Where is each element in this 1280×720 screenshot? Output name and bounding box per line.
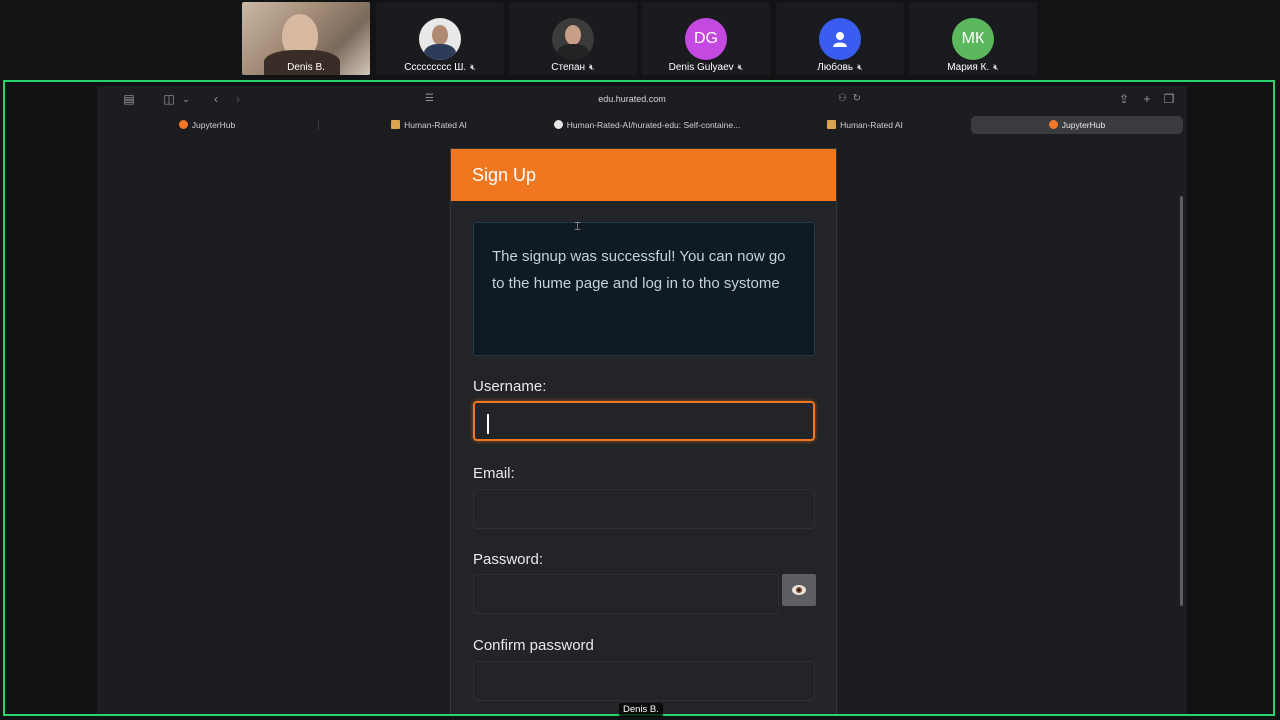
participant-tile[interactable]: Denis B. — [242, 2, 370, 75]
confirm-password-input[interactable] — [473, 661, 815, 701]
address-bar[interactable]: ☰ edu.hurated.com ⚇ ↻ — [397, 89, 867, 109]
tab-overview-icon[interactable]: ▤ — [121, 91, 137, 107]
signup-title: Sign Up — [451, 149, 836, 201]
mic-muted-icon: 🔇︎ — [993, 62, 999, 72]
page-scrollbar[interactable] — [1180, 196, 1183, 606]
jupyter-icon — [178, 120, 188, 129]
address-url: edu.hurated.com — [598, 94, 666, 104]
browser-window: ▤ ◫ ⌄ ‹ › ☰ edu.hurated.com ⚇ ↻ ⇪ + ❐ Ju… — [97, 86, 1187, 714]
site-icon — [827, 120, 837, 129]
participant-avatar — [419, 18, 461, 60]
share-icon[interactable]: ⇪ — [1117, 91, 1131, 107]
participant-tile[interactable]: Степан 🔇︎ — [509, 2, 637, 75]
presenter-name-tag: Denis B. — [619, 703, 663, 717]
participant-strip: Denis B. Ссссссссс Ш. 🔇︎ Степан 🔇︎ DG Deni… — [0, 0, 1280, 78]
participant-name: Степан — [551, 62, 586, 73]
back-icon[interactable]: ‹ — [209, 91, 223, 107]
mic-muted-icon: 🔇︎ — [589, 62, 595, 72]
tab-human-rated-ai-2[interactable]: Human-Rated AI — [759, 116, 971, 134]
participant-name: Любовь — [817, 62, 854, 73]
github-icon — [553, 120, 563, 129]
password-label: Password: — [473, 551, 544, 568]
page-icon: ☰ — [425, 93, 434, 104]
new-tab-icon[interactable]: + — [1140, 91, 1154, 107]
participant-tile[interactable]: DG Denis Gulyaev 🔇︎ — [642, 2, 770, 75]
tabs-icon[interactable]: ❐ — [1162, 91, 1176, 107]
username-label: Username: — [473, 378, 547, 395]
user-icon — [819, 18, 861, 60]
participant-tile[interactable]: МК Мария К. 🔇︎ — [909, 2, 1037, 75]
participant-name: Ссссссссс Ш. — [404, 62, 467, 73]
input-caret — [487, 414, 489, 434]
participant-name: Denis Gulyaev — [668, 62, 734, 73]
email-label: Email: — [473, 465, 515, 482]
participant-avatar — [552, 18, 594, 60]
browser-toolbar: ▤ ◫ ⌄ ‹ › ☰ edu.hurated.com ⚇ ↻ ⇪ + ❐ — [97, 86, 1187, 112]
participant-name: Мария К. — [947, 62, 990, 73]
participant-tile[interactable]: Любовь 🔇︎ — [776, 2, 904, 75]
shared-screen: ▤ ◫ ⌄ ‹ › ☰ edu.hurated.com ⚇ ↻ ⇪ + ❐ Ju… — [3, 80, 1275, 716]
mic-muted-icon: 🔇︎ — [857, 62, 863, 72]
participant-initials-avatar: DG — [685, 18, 727, 60]
confirm-password-label: Confirm password — [473, 637, 594, 654]
password-input[interactable] — [473, 574, 779, 614]
signup-card: Sign Up The signup was successful! You c… — [450, 148, 837, 714]
mic-muted-icon: 🔇︎ — [737, 62, 744, 72]
participant-tile[interactable]: Ссссссссс Ш. 🔇︎ — [376, 2, 504, 75]
tab-bar: JupyterHub Human-Rated AI Human-Rated-AI… — [101, 116, 1183, 134]
translate-icon[interactable]: ⚇ — [838, 89, 847, 109]
sidebar-toggle-icon[interactable]: ◫ — [161, 91, 177, 107]
signup-success-alert: The signup was successful! You can now g… — [473, 222, 815, 356]
site-icon — [391, 120, 401, 129]
participant-name: Denis B. — [287, 62, 325, 73]
tab-jupyterhub[interactable]: JupyterHub — [101, 116, 313, 134]
show-password-button[interactable] — [782, 574, 816, 606]
jupyter-icon — [1048, 120, 1058, 129]
chevron-down-icon[interactable]: ⌄ — [181, 91, 191, 107]
eye-icon — [792, 585, 806, 595]
forward-icon[interactable]: › — [231, 91, 245, 107]
tab-github-repo[interactable]: Human-Rated-AI/hurated-edu: Self-contain… — [539, 116, 755, 134]
participant-initials-avatar: МК — [952, 18, 994, 60]
text-cursor-icon: ⌶ — [574, 219, 582, 233]
email-input[interactable] — [473, 489, 815, 529]
tab-jupyterhub-active[interactable]: JupyterHub — [971, 116, 1183, 134]
reload-icon[interactable]: ↻ — [853, 89, 861, 109]
mic-muted-icon: 🔇︎ — [470, 62, 476, 72]
tab-human-rated-ai[interactable]: Human-Rated AI — [323, 116, 535, 134]
username-input[interactable] — [473, 401, 815, 441]
